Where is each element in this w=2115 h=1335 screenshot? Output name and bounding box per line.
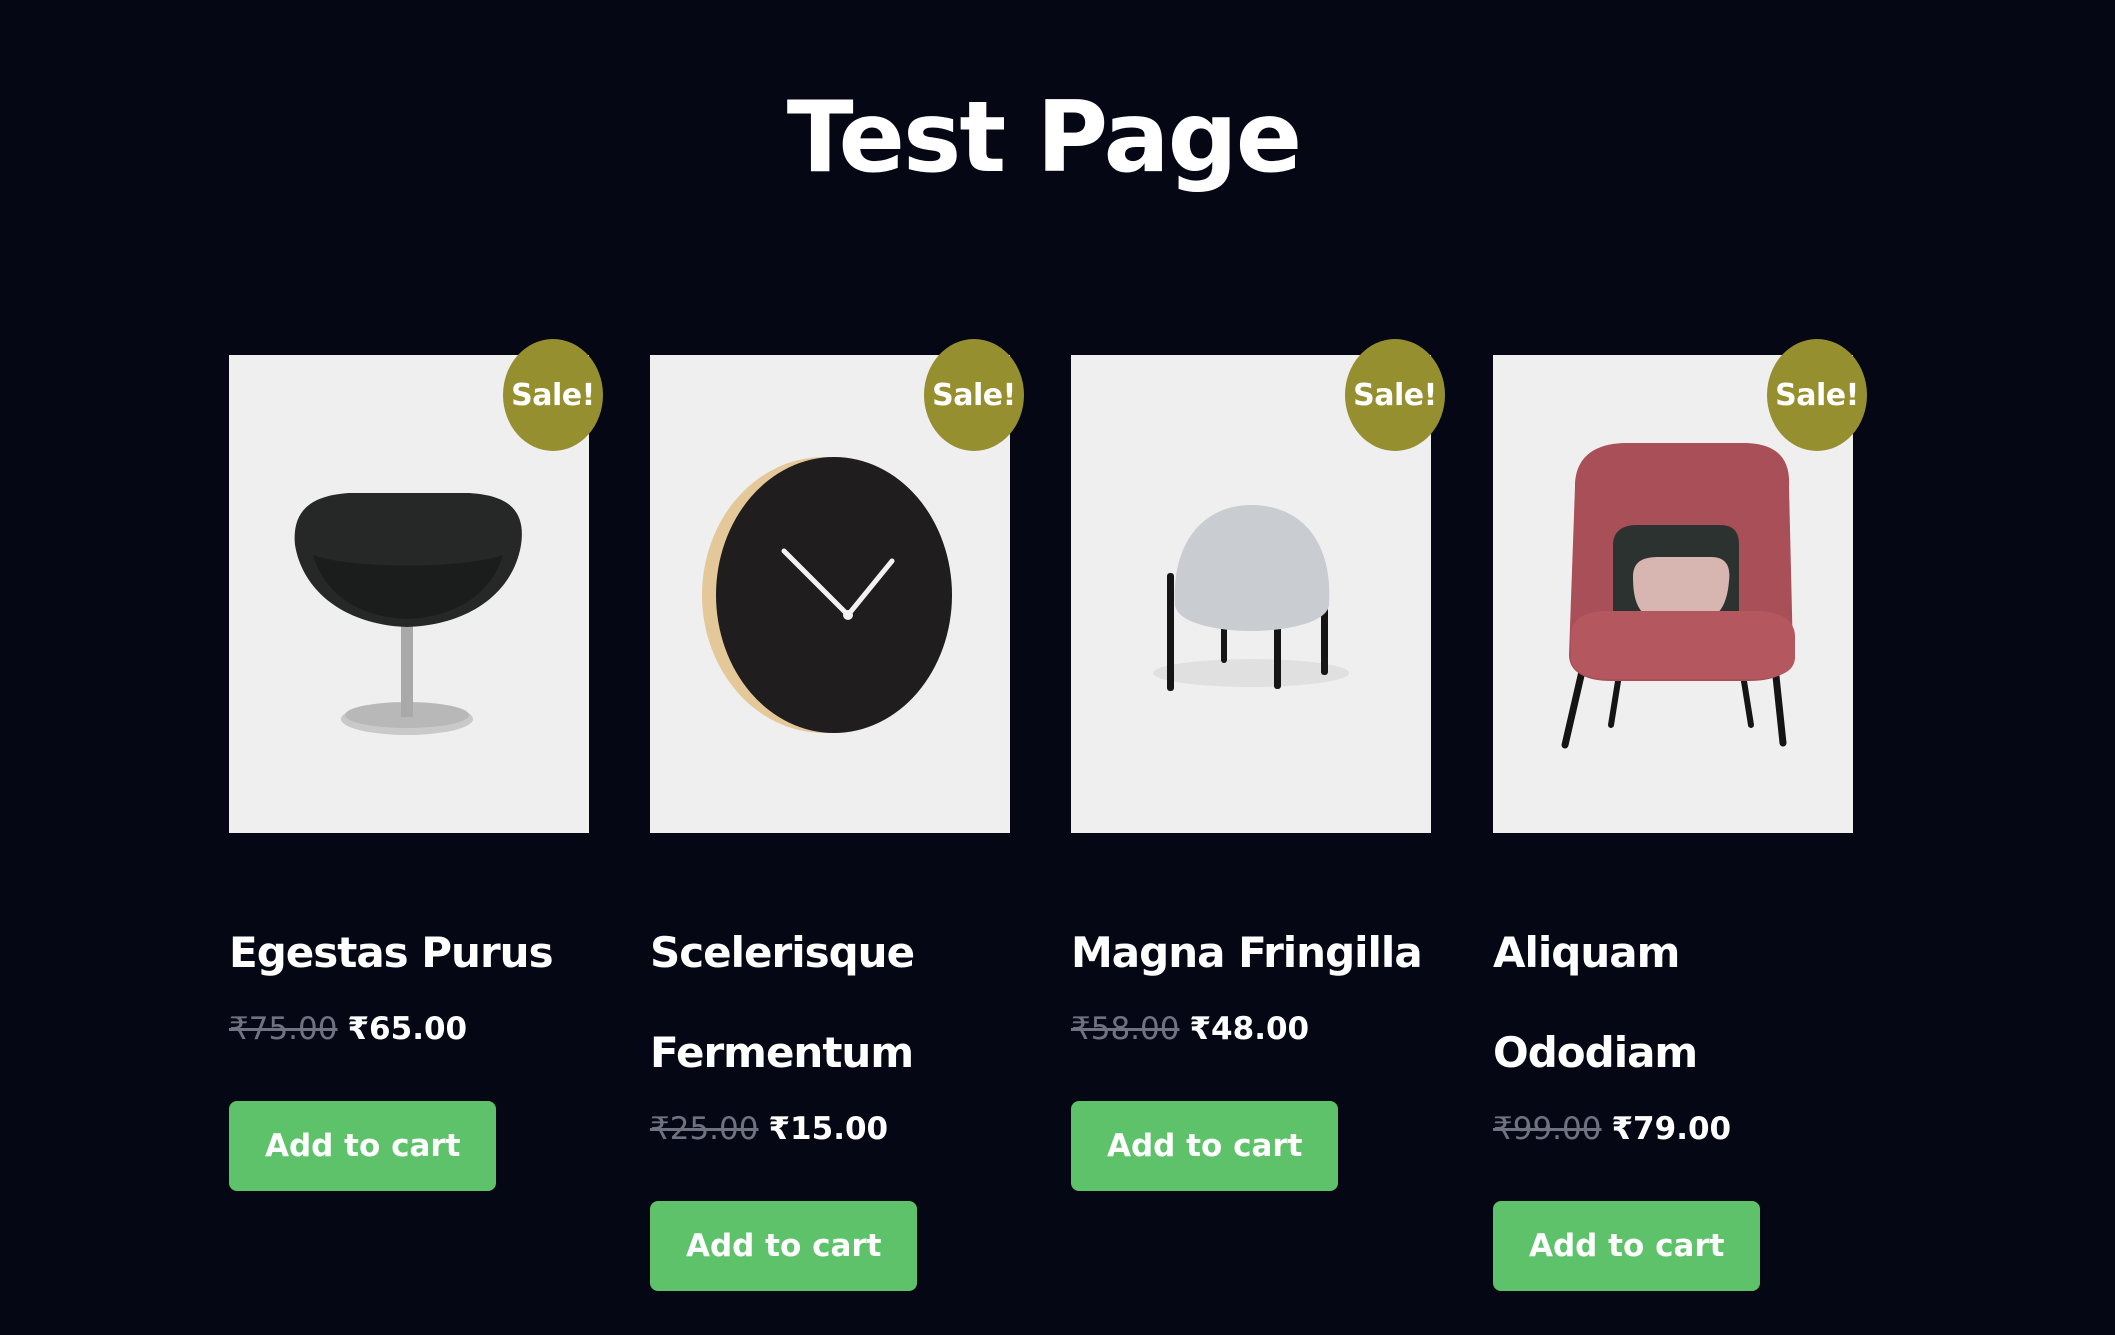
sale-badge: Sale!	[1767, 339, 1867, 451]
sale-price: ₹48.00	[1189, 1011, 1310, 1047]
add-to-cart-button[interactable]: Add to cart	[1493, 1201, 1761, 1291]
original-price: ₹58.00	[1071, 1011, 1180, 1047]
original-price: ₹25.00	[650, 1111, 759, 1147]
sale-price: ₹15.00	[768, 1111, 889, 1147]
sale-badge: Sale!	[503, 339, 603, 451]
page-title: Test Page	[786, 81, 1303, 195]
product-image-link[interactable]: Sale!	[229, 339, 603, 833]
add-to-cart-button[interactable]: Add to cart	[229, 1101, 497, 1191]
sale-price: ₹65.00	[347, 1011, 468, 1047]
product-image-link[interactable]: Sale!	[1493, 339, 1867, 833]
product-title[interactable]: Magna Fringilla	[1071, 903, 1431, 1003]
sale-price: ₹79.00	[1611, 1111, 1732, 1147]
add-to-cart-button[interactable]: Add to cart	[1071, 1101, 1339, 1191]
product-card: Sale! Aliquam Ododiam ₹99.00 ₹79.00 Add t…	[1493, 339, 1867, 1291]
product-price: ₹25.00 ₹15.00	[650, 1107, 1010, 1151]
page: Test Page Sale! Egestas Purus ₹75.00 ₹65.…	[0, 0, 2115, 1335]
original-price: ₹75.00	[229, 1011, 338, 1047]
product-price: ₹99.00 ₹79.00	[1493, 1107, 1853, 1151]
product-price: ₹75.00 ₹65.00	[229, 1007, 589, 1051]
sale-badge: Sale!	[924, 339, 1024, 451]
product-image-link[interactable]: Sale!	[650, 339, 1024, 833]
product-title[interactable]: Egestas Purus	[229, 903, 589, 1003]
add-to-cart-button[interactable]: Add to cart	[650, 1201, 918, 1291]
product-price: ₹58.00 ₹48.00	[1071, 1007, 1431, 1051]
product-card: Sale! Scelerisque Fermentum ₹25.00 ₹15.00…	[650, 339, 1024, 1291]
product-card: Sale! Egestas Purus ₹75.00 ₹65.00 Add to …	[229, 339, 603, 1191]
sale-badge: Sale!	[1345, 339, 1445, 451]
product-title[interactable]: Scelerisque Fermentum	[650, 903, 1010, 1103]
product-title[interactable]: Aliquam Ododiam	[1493, 903, 1853, 1103]
product-card: Sale! Magna Fringilla ₹58.00 ₹48.00 Add t…	[1071, 339, 1445, 1191]
product-image-link[interactable]: Sale!	[1071, 339, 1445, 833]
original-price: ₹99.00	[1493, 1111, 1602, 1147]
